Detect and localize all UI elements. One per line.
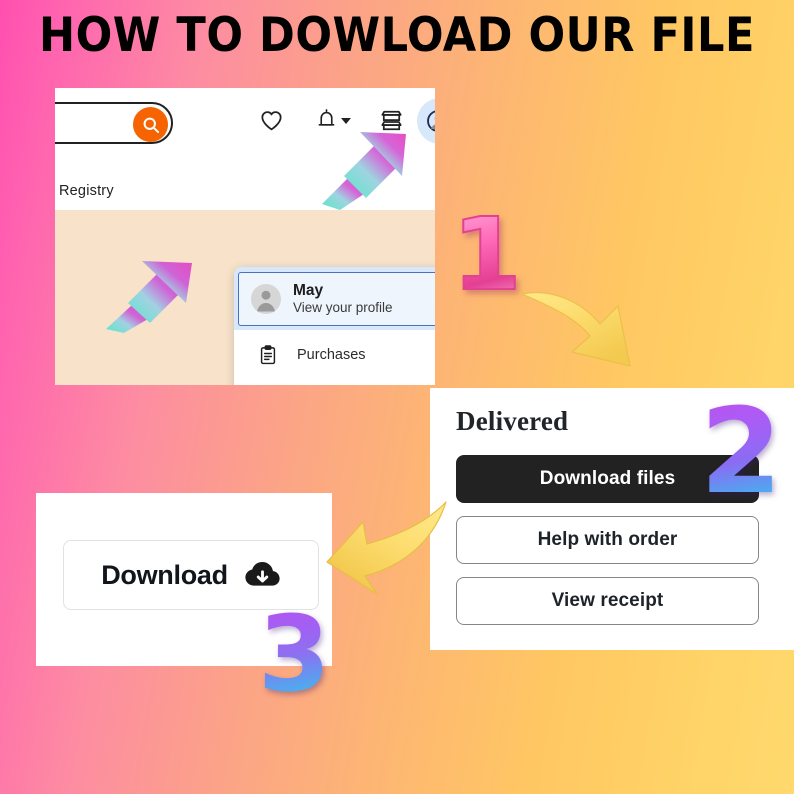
menu-item-label: Messages bbox=[297, 384, 363, 386]
notifications-button[interactable] bbox=[315, 108, 351, 131]
message-icon bbox=[260, 384, 276, 385]
yellow-arrow-right-icon bbox=[521, 292, 631, 367]
nav-item-registry[interactable]: Registry bbox=[59, 183, 114, 199]
heart-icon bbox=[261, 111, 282, 131]
etsy-header-panel: Registry May View your profile Purchases bbox=[55, 88, 435, 385]
avatar bbox=[251, 284, 281, 314]
bell-icon bbox=[318, 109, 335, 126]
header-icon-row: 2 6 bbox=[207, 98, 435, 146]
profile-subtitle: View your profile bbox=[293, 299, 393, 315]
step-number-2: 2 bbox=[700, 382, 783, 520]
account-button[interactable] bbox=[425, 108, 435, 134]
search-button[interactable] bbox=[133, 107, 168, 142]
favorites-button[interactable] bbox=[259, 108, 284, 133]
step-number-3: 3 bbox=[258, 593, 331, 715]
dropdown-items: Purchases Messages Reviews 2 bbox=[234, 336, 435, 385]
step-number-1: 1 bbox=[451, 196, 523, 313]
menu-item-label: Purchases bbox=[297, 346, 366, 363]
chevron-down-icon bbox=[341, 117, 351, 124]
order-status-label: Delivered bbox=[456, 406, 569, 436]
account-icon bbox=[427, 110, 435, 132]
shop-icon bbox=[381, 110, 402, 131]
clipboard-icon bbox=[260, 344, 276, 364]
dropdown-profile-item[interactable]: May View your profile bbox=[238, 272, 435, 326]
person-icon bbox=[257, 290, 275, 312]
menu-item-messages[interactable]: Messages bbox=[234, 373, 435, 385]
account-dropdown-menu: May View your profile Purchases bbox=[234, 267, 435, 385]
cloud-download-icon bbox=[245, 562, 280, 586]
download-button-label: Download bbox=[101, 559, 228, 590]
search-icon bbox=[143, 117, 159, 133]
search-input[interactable] bbox=[55, 102, 173, 144]
help-with-order-button[interactable]: Help with order bbox=[456, 516, 759, 564]
profile-name: May bbox=[293, 282, 324, 299]
shop-button[interactable] bbox=[379, 108, 404, 133]
page-title: How to dowload our file bbox=[39, 8, 755, 63]
view-receipt-button[interactable]: View receipt bbox=[456, 577, 759, 625]
menu-item-purchases[interactable]: Purchases bbox=[234, 336, 435, 373]
